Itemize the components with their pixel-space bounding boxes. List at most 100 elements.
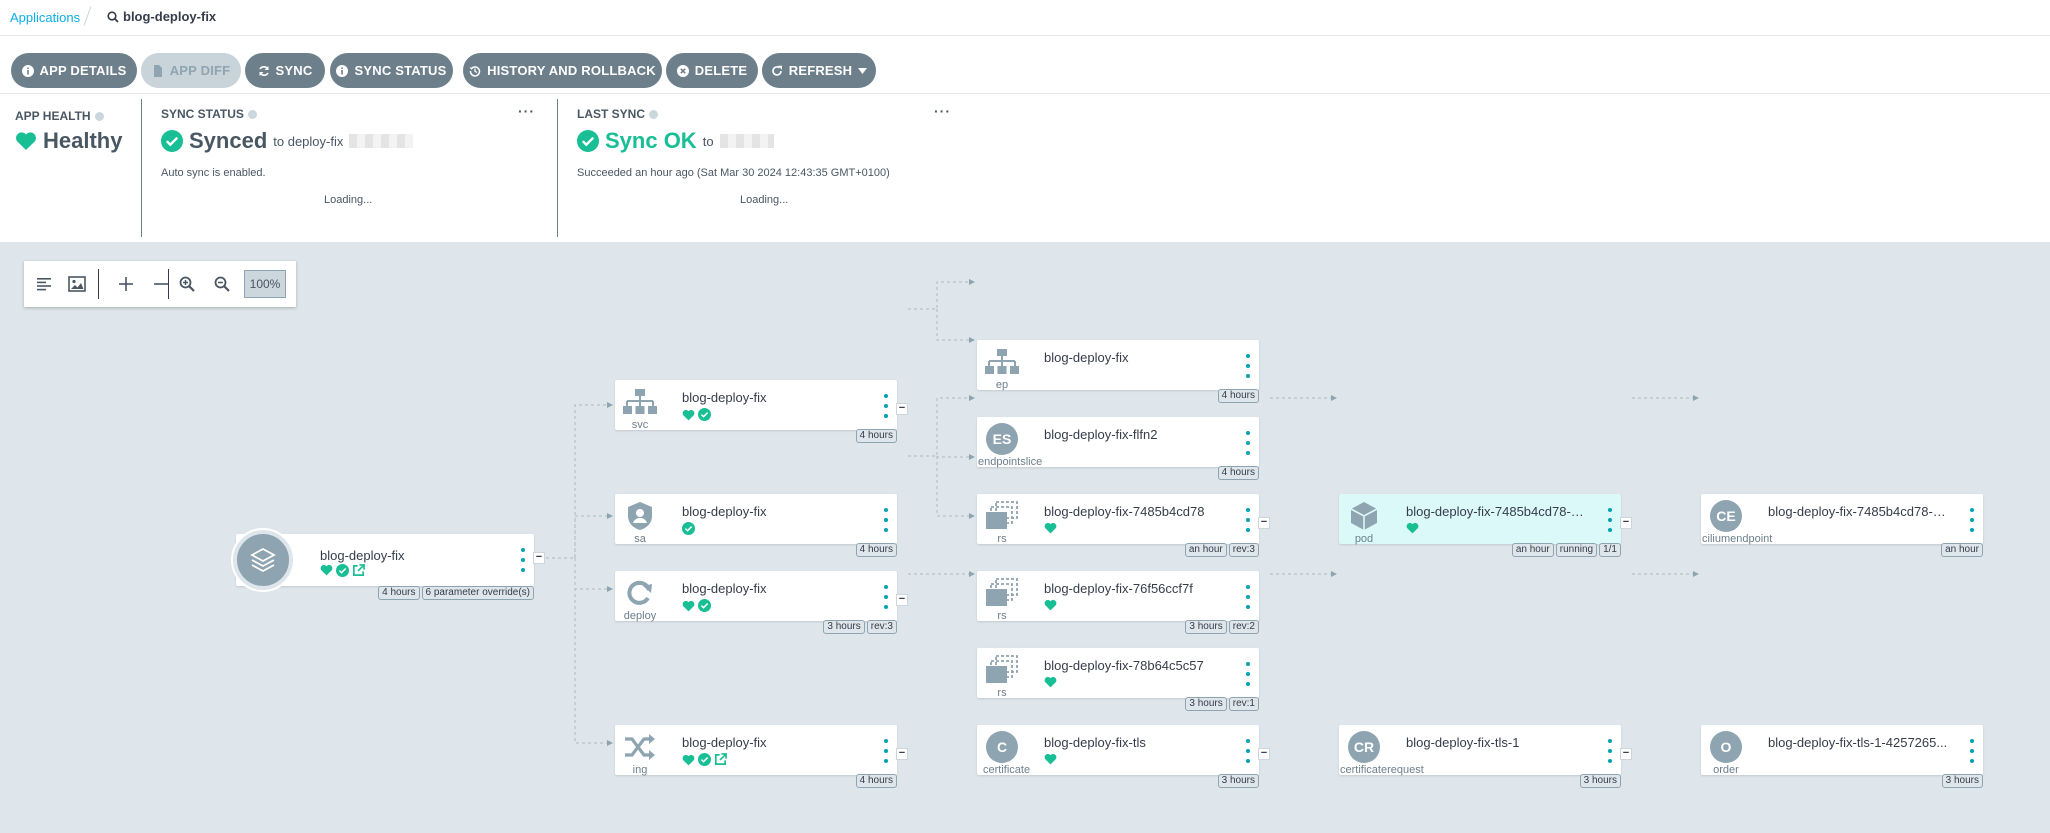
sync-status-button[interactable]: SYNC STATUS <box>330 53 453 88</box>
resource-menu-button[interactable] <box>1245 662 1251 686</box>
sync-button[interactable]: SYNC <box>245 53 325 88</box>
delete-button[interactable]: DELETE <box>666 53 758 88</box>
help-icon[interactable] <box>94 111 104 121</box>
resource-node-pod[interactable]: pod blog-deploy-fix-7485b4cd78-g... an h… <box>1339 494 1621 557</box>
collapse-toggle[interactable]: − <box>1620 748 1632 760</box>
resource-menu-button[interactable] <box>1245 354 1251 378</box>
tag: 3 hours <box>1941 774 1983 788</box>
collapse-toggle[interactable]: − <box>533 552 545 564</box>
toolbar-divider <box>98 269 99 299</box>
resource-status <box>682 408 711 421</box>
resource-tree: 100% blog-deploy-fix 4 hours 6 parameter… <box>0 243 2050 833</box>
resource-node-svc[interactable]: svc blog-deploy-fix 4 hours <box>615 380 897 443</box>
resource-node-certificate[interactable]: C certificate blog-deploy-fix-tls 3 hour… <box>977 725 1259 788</box>
check-circle-icon <box>682 522 695 535</box>
heart-icon <box>1044 676 1057 688</box>
last-sync-value: Sync OK <box>605 128 697 153</box>
collapse-toggle[interactable]: − <box>1258 517 1270 529</box>
last-sync-title: LAST SYNC <box>577 107 659 121</box>
resource-node-certificaterequest[interactable]: CR certificaterequest blog-deploy-fix-tl… <box>1339 725 1621 788</box>
help-icon[interactable] <box>247 109 257 119</box>
resource-tags: an hour running 1/1 <box>1511 543 1621 557</box>
resource-node-endpointslice[interactable]: ES endpointslice blog-deploy-fix-flfn2 4… <box>977 417 1259 480</box>
resource-node-order[interactable]: O order blog-deploy-fix-tls-1-4257265...… <box>1701 725 1983 788</box>
tag: 3 hours <box>1185 620 1227 634</box>
app-details-button[interactable]: APP DETAILS <box>11 53 137 88</box>
fit-view-button[interactable] <box>65 272 89 296</box>
align-left-button[interactable] <box>32 272 56 296</box>
resource-kind: svc <box>631 419 649 431</box>
collapse-toggle[interactable]: − <box>1620 517 1632 529</box>
resource-node-rs[interactable]: rs blog-deploy-fix-76f56ccf7f 3 hours re… <box>977 571 1259 634</box>
external-link-icon[interactable] <box>714 753 727 766</box>
resource-node-ing[interactable]: ing blog-deploy-fix 4 hours <box>615 725 897 788</box>
pod-icon <box>1345 500 1383 532</box>
auto-sync-text: Auto sync is enabled. <box>161 167 266 179</box>
last-sync-more-button[interactable]: ··· <box>934 103 951 119</box>
resource-name: blog-deploy-fix <box>682 504 767 519</box>
sync-status-more-button[interactable]: ··· <box>518 103 535 119</box>
heart-icon <box>1044 522 1057 534</box>
resource-menu-button[interactable] <box>1969 739 1975 763</box>
resource-menu-button[interactable] <box>1969 508 1975 532</box>
resource-menu-button[interactable] <box>883 508 889 532</box>
resource-status <box>682 522 695 535</box>
resource-menu-button[interactable] <box>1607 508 1613 532</box>
resource-tags: 3 hours rev:2 <box>1185 620 1259 634</box>
app-diff-button[interactable]: APP DIFF <box>141 53 241 88</box>
resource-menu-button[interactable] <box>1245 508 1251 532</box>
caret-down-icon <box>858 67 868 74</box>
zoom-out-button[interactable] <box>210 272 234 296</box>
check-circle-icon <box>698 753 711 766</box>
collapse-toggle[interactable]: − <box>1258 748 1270 760</box>
resource-node-ciliumendpoint[interactable]: CE ciliumendpoint blog-deploy-fix-7485b4… <box>1701 494 1983 557</box>
resource-menu-button[interactable] <box>1245 585 1251 609</box>
resource-tags: 3 hours <box>1217 774 1259 788</box>
resource-menu-button[interactable] <box>1607 739 1613 763</box>
collapse-toggle[interactable]: − <box>896 403 908 415</box>
application-menu-button[interactable] <box>520 548 526 572</box>
tag: an hour <box>1511 543 1554 557</box>
resource-node-ep[interactable]: ep blog-deploy-fix 4 hours <box>977 340 1259 403</box>
history-rollback-button[interactable]: HISTORY AND ROLLBACK <box>463 53 662 88</box>
collapse-toggle[interactable]: − <box>896 748 908 760</box>
breadcrumb-current[interactable]: blog-deploy-fix <box>107 9 216 24</box>
breadcrumb-applications-link[interactable]: Applications <box>10 10 80 25</box>
resource-menu-button[interactable] <box>1245 431 1251 455</box>
app-health-status: Healthy <box>15 128 122 154</box>
refresh-button[interactable]: REFRESH <box>762 53 876 88</box>
collapse-toggle[interactable]: − <box>896 594 908 606</box>
resource-node-rs[interactable]: rs blog-deploy-fix-78b64c5c57 3 hours re… <box>977 648 1259 711</box>
certificaterequest-icon: CR <box>1345 731 1383 763</box>
application-node[interactable]: blog-deploy-fix 4 hours 6 parameter over… <box>231 528 534 600</box>
resource-node-sa[interactable]: sa blog-deploy-fix 4 hours <box>615 494 897 557</box>
resource-status <box>682 753 727 766</box>
zoom-level[interactable]: 100% <box>244 270 286 298</box>
external-link-icon[interactable] <box>352 564 365 577</box>
help-icon[interactable] <box>649 109 659 119</box>
resource-name: blog-deploy-fix-76f56ccf7f <box>1044 581 1193 596</box>
kind-letter: CE <box>1710 500 1742 532</box>
resource-menu-button[interactable] <box>883 585 889 609</box>
tag: 3 hours <box>1185 697 1227 711</box>
order-icon: O <box>1707 731 1745 763</box>
info-icon <box>336 64 349 77</box>
expand-all-button[interactable] <box>114 272 138 296</box>
resource-node-rs[interactable]: rs blog-deploy-fix-7485b4cd78 an hour re… <box>977 494 1259 557</box>
tag: rev:3 <box>866 620 897 634</box>
last-sync-loading-text: Loading... <box>740 194 789 206</box>
sync-icon <box>258 65 269 76</box>
heart-icon <box>1044 753 1057 765</box>
resource-tags: 3 hours <box>1579 774 1621 788</box>
zoom-in-button[interactable] <box>175 272 199 296</box>
collapse-all-button[interactable] <box>149 272 173 296</box>
application-tags: 4 hours 6 parameter override(s) <box>378 586 534 600</box>
resource-kind: ep <box>995 379 1009 391</box>
resource-menu-button[interactable] <box>1245 739 1251 763</box>
resource-node-deploy[interactable]: deploy blog-deploy-fix 3 hours rev:3 <box>615 571 897 634</box>
resource-menu-button[interactable] <box>883 394 889 418</box>
resource-tags: an hour rev:3 <box>1184 543 1259 557</box>
resource-menu-button[interactable] <box>883 739 889 763</box>
check-circle-icon <box>336 564 349 577</box>
resource-status <box>1406 522 1419 534</box>
